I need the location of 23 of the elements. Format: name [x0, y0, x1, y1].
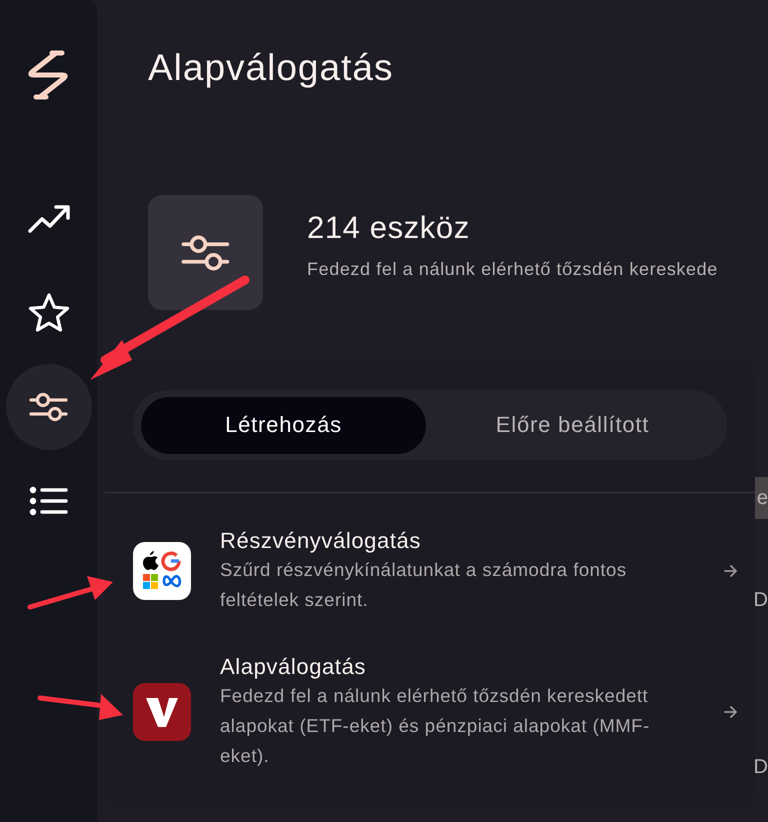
item-title: Alapválogatás [220, 653, 368, 681]
list-icon [28, 486, 68, 516]
sliders-icon [148, 195, 263, 310]
trending-up-icon [28, 204, 70, 234]
page-title: Alapválogatás [148, 48, 394, 88]
tab[interactable]: Előre beállított [426, 396, 719, 454]
brand-logos-icon [133, 542, 191, 600]
table-cell-text: D [754, 588, 768, 612]
arrow-right-icon [724, 565, 738, 577]
item-description: Szűrd részvénykínálatunkat a számodra fontos feltételek szerint. [220, 558, 628, 612]
menu-item[interactable]: Részvényválogatás Szűrd részvénykínálatunkat a számodra fontos feltételek szerint. [105, 527, 755, 615]
sliders-icon [28, 391, 68, 423]
item-title: Részvényválogatás [220, 527, 422, 555]
table-cell-text: e [756, 486, 768, 510]
arrow-right-icon [724, 706, 738, 718]
page-subtitle: Fedezd fel a nálunk elérhető tőzsdén kereskede [307, 259, 718, 280]
item-description: Fedezd fel a nálunk elérhető tőzsdén kereskedett alapokat (ETF-eket) és pénzpiaci alapokat (MMF-eket). [220, 684, 651, 768]
menu-item[interactable]: Alapválogatás Fedezd fel a nálunk elérhető tőzsdén kereskedett alapokat (ETF-eket) és pénzpiaci alapokat (MMF-eket). [105, 653, 755, 771]
asset-count: 214 eszköz [307, 211, 471, 245]
chevron-logo-icon [133, 683, 191, 741]
star-icon [28, 292, 70, 334]
tab[interactable]: Létrehozás [141, 396, 426, 454]
table-cell-text: D [754, 756, 768, 778]
